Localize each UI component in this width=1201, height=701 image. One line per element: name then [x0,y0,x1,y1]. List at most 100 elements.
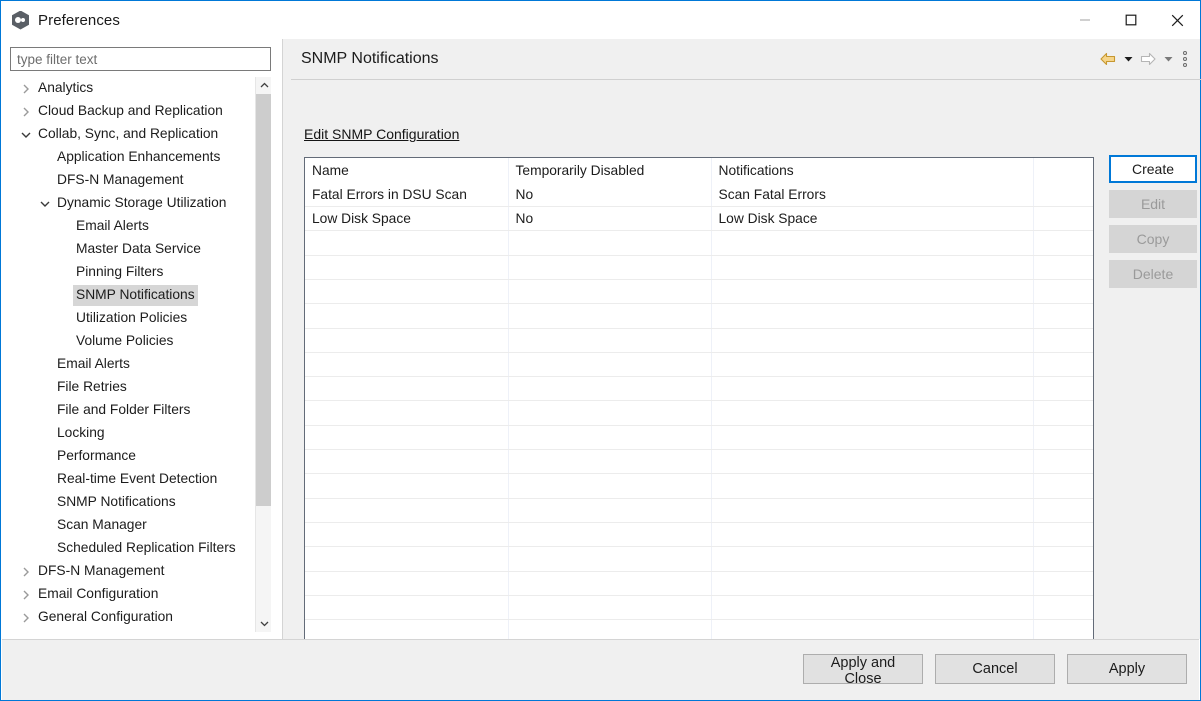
table-row[interactable] [305,522,1093,548]
table-cell [508,425,712,451]
table-cell [508,230,712,256]
table-cell [305,571,509,596]
chevron-up-icon[interactable] [256,77,271,94]
tree-item[interactable]: Real-time Event Detection [10,468,258,491]
tree-item[interactable]: Analytics [10,77,258,100]
tree-item[interactable]: File and Folder Filters [10,399,258,422]
tree-item-label: Volume Policies [76,333,174,348]
tree-item[interactable]: Collab, Sync, and Replication [10,123,258,146]
chevron-right-icon[interactable] [17,106,35,118]
tree-item-label: Application Enhancements [57,149,221,164]
table-cell [1033,498,1093,523]
table-row[interactable] [305,546,1093,572]
window-controls [1062,1,1200,39]
table-cell [1033,206,1093,232]
panel-header: SNMP Notifications [283,39,1201,79]
edit-snmp-configuration-link[interactable]: Edit SNMP Configuration [304,126,459,142]
table-cell [305,376,509,402]
table-cell [711,328,1034,353]
tree-item[interactable]: Pinning Filters [10,261,258,284]
close-icon[interactable] [1154,1,1200,39]
header-divider [291,79,1201,80]
tree-item[interactable]: General Configuration [10,606,258,629]
scrollbar-thumb[interactable] [256,94,271,506]
table-cell [711,352,1034,378]
table-row[interactable]: Low Disk Space No Low Disk Space [305,206,1093,232]
table-cell [1033,303,1093,329]
table-row[interactable] [305,255,1093,280]
tree-item[interactable]: File Retries [10,376,258,399]
chevron-right-icon[interactable] [17,612,35,624]
chevron-down-icon[interactable] [17,131,35,139]
tree-item[interactable]: Locking [10,422,258,445]
apply-button[interactable]: Apply [1067,654,1187,684]
table-row[interactable] [305,571,1093,596]
table-cell [508,522,712,548]
view-menu-icon[interactable] [1177,47,1193,71]
tree-item-label: SNMP Notifications [73,285,198,306]
tree-item[interactable]: Scan Manager [10,514,258,537]
footer-buttons: Apply and Close Cancel Apply [803,654,1187,687]
tree-item[interactable]: Cloud Backup and Replication [10,100,258,123]
tree-item[interactable]: Email Alerts [10,353,258,376]
table-cell [305,546,509,572]
tree-item[interactable]: Utilization Policies [10,307,258,330]
back-chevron-down-icon[interactable] [1121,47,1135,71]
tree-item[interactable]: Application Enhancements [10,146,258,169]
create-button[interactable]: Create [1109,155,1197,183]
tree-item-label: Dynamic Storage Utilization [57,195,227,210]
table-row[interactable] [305,498,1093,523]
chevron-right-icon[interactable] [17,589,35,601]
forward-chevron-down-icon[interactable] [1161,47,1175,71]
table-row[interactable] [305,473,1093,499]
table-row[interactable] [305,352,1093,378]
table-cell [711,303,1034,329]
preferences-tree: Analytics Cloud Backup and Replication Col… [10,77,271,632]
tree-item[interactable]: Master Data Service [10,238,258,261]
tree-item-label: Master Data Service [76,241,201,256]
minimize-icon[interactable] [1062,1,1108,39]
table-cell [305,400,509,426]
table-row[interactable] [305,328,1093,353]
chevron-right-icon[interactable] [17,83,35,95]
tree-scrollbar[interactable] [255,77,271,632]
tree-item[interactable]: Dynamic Storage Utilization [10,192,258,215]
filter-input[interactable] [10,47,271,71]
table-row[interactable] [305,400,1093,426]
edit-button[interactable]: Edit [1109,190,1197,218]
delete-button[interactable]: Delete [1109,260,1197,288]
tree-item[interactable]: Scheduled Replication Filters [10,537,258,560]
column-header: Temporarily Disabled [508,158,712,183]
table-row[interactable] [305,230,1093,256]
table-row[interactable] [305,449,1093,475]
table-cell [305,473,509,499]
tree-item[interactable]: DFS-N Management [10,560,258,583]
maximize-icon[interactable] [1108,1,1154,39]
back-arrow-icon[interactable] [1097,47,1119,71]
table-row[interactable] [305,279,1093,305]
table-row[interactable] [305,425,1093,451]
copy-button[interactable]: Copy [1109,225,1197,253]
table-row[interactable] [305,376,1093,402]
tree-item[interactable]: SNMP Notifications [10,284,258,307]
table-cell [305,352,509,378]
table-cell: Scan Fatal Errors [711,182,1034,208]
table-cell [1033,546,1093,572]
apply-and-close-button[interactable]: Apply and Close [803,654,923,687]
table-row[interactable] [305,595,1093,621]
table-cell [1033,376,1093,402]
table-cell [305,595,509,621]
tree-item[interactable]: DFS-N Management [10,169,258,192]
cancel-button[interactable]: Cancel [935,654,1055,684]
tree-item[interactable]: Email Alerts [10,215,258,238]
table-row[interactable]: Fatal Errors in DSU Scan No Scan Fatal Err… [305,182,1093,208]
forward-arrow-icon[interactable] [1137,47,1159,71]
table-row[interactable] [305,303,1093,329]
chevron-down-icon[interactable] [256,615,271,632]
tree-item[interactable]: Performance [10,445,258,468]
chevron-right-icon[interactable] [17,566,35,578]
tree-item[interactable]: SNMP Notifications [10,491,258,514]
tree-item[interactable]: Email Configuration [10,583,258,606]
chevron-down-icon[interactable] [36,200,54,208]
tree-item[interactable]: Volume Policies [10,330,258,353]
